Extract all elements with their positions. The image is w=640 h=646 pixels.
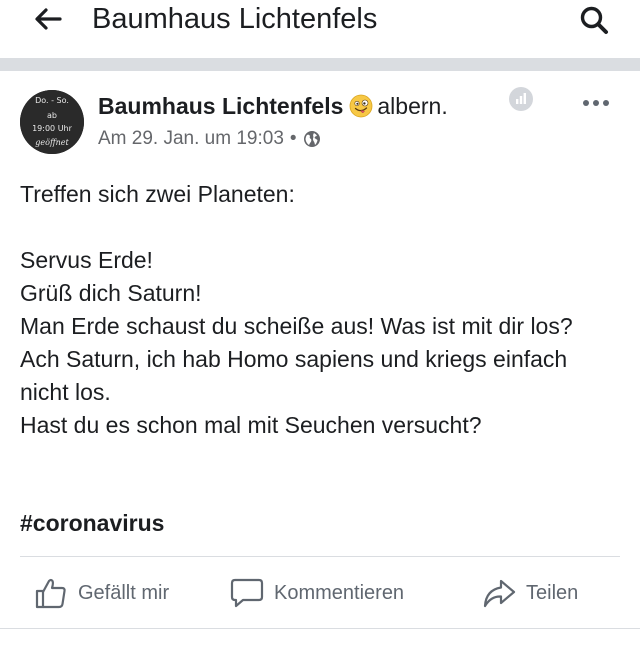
hashtag-link[interactable]: #coronavirus bbox=[20, 510, 164, 537]
search-icon bbox=[580, 6, 608, 34]
page-title: Baumhaus Lichtenfels bbox=[92, 3, 378, 35]
comment-button[interactable]: Kommentieren bbox=[230, 574, 404, 612]
share-button[interactable]: Teilen bbox=[482, 574, 578, 612]
post-text-line: Grüß dich Saturn! bbox=[20, 280, 202, 306]
back-button[interactable] bbox=[28, 3, 68, 35]
globe-icon bbox=[303, 131, 320, 147]
section-separator bbox=[0, 58, 640, 71]
post-text: Treffen sich zwei Planeten: Servus Erde!… bbox=[20, 178, 610, 442]
post-author-name[interactable]: Baumhaus Lichtenfels bbox=[98, 93, 343, 120]
avatar[interactable]: Do. - So. ab 19:00 Uhr geöffnet bbox=[20, 90, 84, 154]
post-timestamp[interactable]: Am 29. Jan. um 19:03 bbox=[98, 128, 284, 150]
meta-separator: • bbox=[289, 128, 297, 149]
share-label: Teilen bbox=[526, 581, 579, 604]
share-arrow-icon bbox=[483, 579, 516, 608]
post-divider bbox=[20, 556, 620, 557]
post-text-line: Man Erde schaust du scheiße aus! Was ist… bbox=[20, 313, 573, 339]
insights-icon[interactable] bbox=[508, 86, 534, 112]
bottom-divider bbox=[0, 628, 640, 629]
like-button[interactable]: Gefällt mir bbox=[34, 574, 169, 612]
chalkboard-avatar-image: Do. - So. ab 19:00 Uhr geöffnet bbox=[20, 90, 84, 154]
like-label: Gefällt mir bbox=[78, 581, 170, 604]
post-text-line: Hast du es schon mal mit Seuchen versuch… bbox=[20, 412, 482, 438]
post-text-line: Treffen sich zwei Planeten: bbox=[20, 181, 295, 207]
thumbs-up-icon bbox=[35, 578, 66, 609]
svg-text:Do. - So.: Do. - So. bbox=[35, 96, 69, 105]
post-feeling: albern. bbox=[377, 92, 448, 119]
post-text-line: Ach Saturn, ich hab Homo sapiens und kri… bbox=[20, 346, 568, 405]
arrow-left-icon bbox=[35, 8, 62, 30]
more-dots-icon bbox=[583, 100, 609, 106]
post-text-line: Servus Erde! bbox=[20, 247, 153, 273]
post-author-row: Baumhaus Lichtenfels albern. bbox=[98, 91, 448, 121]
post-meta-row: Am 29. Jan. um 19:03 • bbox=[98, 127, 321, 151]
comment-label: Kommentieren bbox=[274, 581, 405, 604]
comment-bubble-icon bbox=[230, 578, 264, 608]
silly-face-emoji-icon bbox=[349, 94, 373, 118]
svg-text:ab: ab bbox=[47, 111, 57, 120]
more-options-button[interactable] bbox=[578, 88, 614, 118]
svg-text:geöffnet: geöffnet bbox=[35, 138, 69, 147]
top-bar: Baumhaus Lichtenfels bbox=[0, 0, 640, 58]
svg-text:19:00 Uhr: 19:00 Uhr bbox=[32, 124, 73, 133]
search-button[interactable] bbox=[574, 2, 614, 38]
